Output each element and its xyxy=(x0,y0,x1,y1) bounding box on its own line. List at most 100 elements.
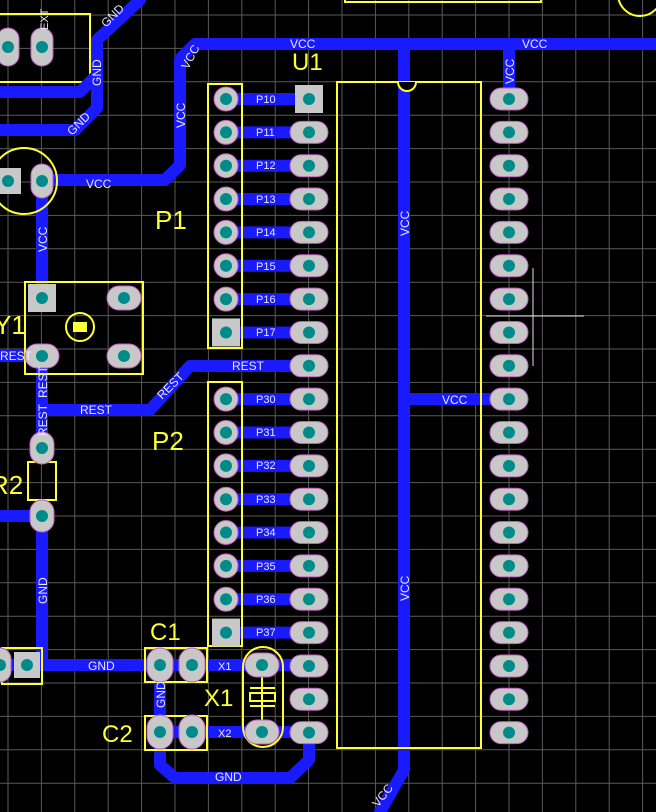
p1-pad xyxy=(213,219,239,245)
u1-pad-left xyxy=(289,354,329,378)
label-vcc-u1pin: VCC xyxy=(503,58,517,84)
label-x2: X2 xyxy=(218,728,231,740)
label-rest-vert1: REST xyxy=(36,365,50,398)
label-rest-vert2: REST xyxy=(36,403,50,436)
u1-pad-right xyxy=(489,554,529,578)
pin-label-p34: P34 xyxy=(256,527,276,539)
u1-pad-left xyxy=(289,521,329,545)
p2-pad xyxy=(213,420,239,445)
u1-pad-left xyxy=(289,654,329,678)
u1-pad-left xyxy=(289,721,329,745)
label-gnd-tl3: GND xyxy=(90,59,104,86)
p1-pad xyxy=(213,119,239,145)
u1-pad-right xyxy=(489,320,529,344)
pin-label-p12: P12 xyxy=(256,160,276,172)
c-left-pad xyxy=(0,647,12,683)
p1-pad-square xyxy=(212,318,240,347)
label-gnd-bottom: GND xyxy=(88,659,115,673)
pin-label-p36: P36 xyxy=(256,594,276,606)
u1-pad-right xyxy=(489,521,529,545)
pcb-board: VCC VCC VCC VCC VCC VCC VCC VCC VCC VCC … xyxy=(0,0,656,812)
p2-pad-square xyxy=(212,618,240,647)
p2-pad xyxy=(213,453,239,479)
label-vcc-left: VCC xyxy=(174,102,188,128)
u1-notch xyxy=(397,81,417,92)
u1-pad-left xyxy=(289,487,329,511)
designator-x1: X1 xyxy=(204,685,233,712)
u1-pad-left xyxy=(289,554,329,578)
designator-u1: U1 xyxy=(292,49,323,76)
y1-marker-box xyxy=(73,322,87,332)
p2-pad xyxy=(213,553,239,579)
pin-label-p33: P33 xyxy=(256,494,276,506)
c-left-pad-square xyxy=(14,652,40,678)
c2-pad xyxy=(178,714,206,750)
connector-pad xyxy=(0,27,20,67)
pin-label-p15: P15 xyxy=(256,261,276,273)
u1-pad-left xyxy=(289,454,329,478)
u1-pad-right xyxy=(489,87,529,111)
x1-pad xyxy=(244,652,280,678)
designator-r2: R2 xyxy=(0,470,23,500)
label-gnd-left: GND xyxy=(36,577,50,604)
u1-pad-right xyxy=(489,454,529,478)
u1-pad-left xyxy=(289,320,329,344)
p2-pad xyxy=(213,386,239,412)
label-vcc-top2: VCC xyxy=(522,37,548,51)
p2-pad xyxy=(213,586,239,612)
u1-pad-right xyxy=(489,220,529,244)
u1-pad-right xyxy=(489,187,529,211)
u1-pad-left xyxy=(289,387,329,411)
p1-pad xyxy=(213,86,239,112)
pin-label-p35: P35 xyxy=(256,561,276,573)
label-vcc-spine2: VCC xyxy=(398,575,412,601)
connector-pad xyxy=(30,27,54,67)
u1-pad-right xyxy=(489,354,529,378)
u1-pad-right xyxy=(489,120,529,144)
label-ext-top: EXT xyxy=(39,8,51,30)
p2-pad xyxy=(213,486,239,512)
designator-y1: Y1 xyxy=(0,310,26,340)
u1-pad-left xyxy=(289,254,329,278)
pin-label-p14: P14 xyxy=(256,227,276,239)
pin-label-p31: P31 xyxy=(256,427,276,439)
designator-c2: C2 xyxy=(102,721,133,748)
u1-pad-right xyxy=(489,487,529,511)
u1-pad-right xyxy=(489,687,529,711)
pin-label-p17: P17 xyxy=(256,327,276,339)
designator-c1: C1 xyxy=(150,619,181,646)
u1-pad-right xyxy=(489,287,529,311)
u1-pad-square xyxy=(295,85,323,113)
u1-pad-left xyxy=(289,587,329,611)
p2-pad xyxy=(213,520,239,546)
u1-pad-right xyxy=(489,654,529,678)
c1-pad xyxy=(178,647,206,683)
u1-pad-right xyxy=(489,254,529,278)
p1-pad xyxy=(213,153,239,179)
p1-pad xyxy=(213,186,239,212)
crystal-pad-square xyxy=(0,168,21,194)
p1-pad xyxy=(213,253,239,279)
u1-pad-left xyxy=(289,187,329,211)
label-vcc-mid: VCC xyxy=(86,177,112,191)
y1-pad xyxy=(106,285,142,311)
pin-label-p32: P32 xyxy=(256,460,276,472)
u1-pad-left xyxy=(289,287,329,311)
pin-label-p16: P16 xyxy=(256,294,276,306)
u1-pad-left xyxy=(289,421,329,444)
pin-label-p30: P30 xyxy=(256,394,276,406)
p1-pad xyxy=(213,286,239,312)
pin-label-p11: P11 xyxy=(256,127,275,139)
crystal-pad xyxy=(30,163,54,199)
c2-pad xyxy=(146,714,174,750)
u1-pad-left xyxy=(289,154,329,178)
u1-pad-left xyxy=(289,220,329,244)
label-vcc-vertical: VCC xyxy=(36,226,50,252)
label-x1: X1 xyxy=(218,661,231,673)
u1-pad-left xyxy=(289,120,329,144)
label-gnd-loop: GND xyxy=(215,770,242,784)
y1-pad xyxy=(106,343,142,369)
pin-label-p13: P13 xyxy=(256,194,276,206)
label-rest-mid: REST xyxy=(80,403,113,417)
pin-label-p10: P10 xyxy=(256,94,276,106)
